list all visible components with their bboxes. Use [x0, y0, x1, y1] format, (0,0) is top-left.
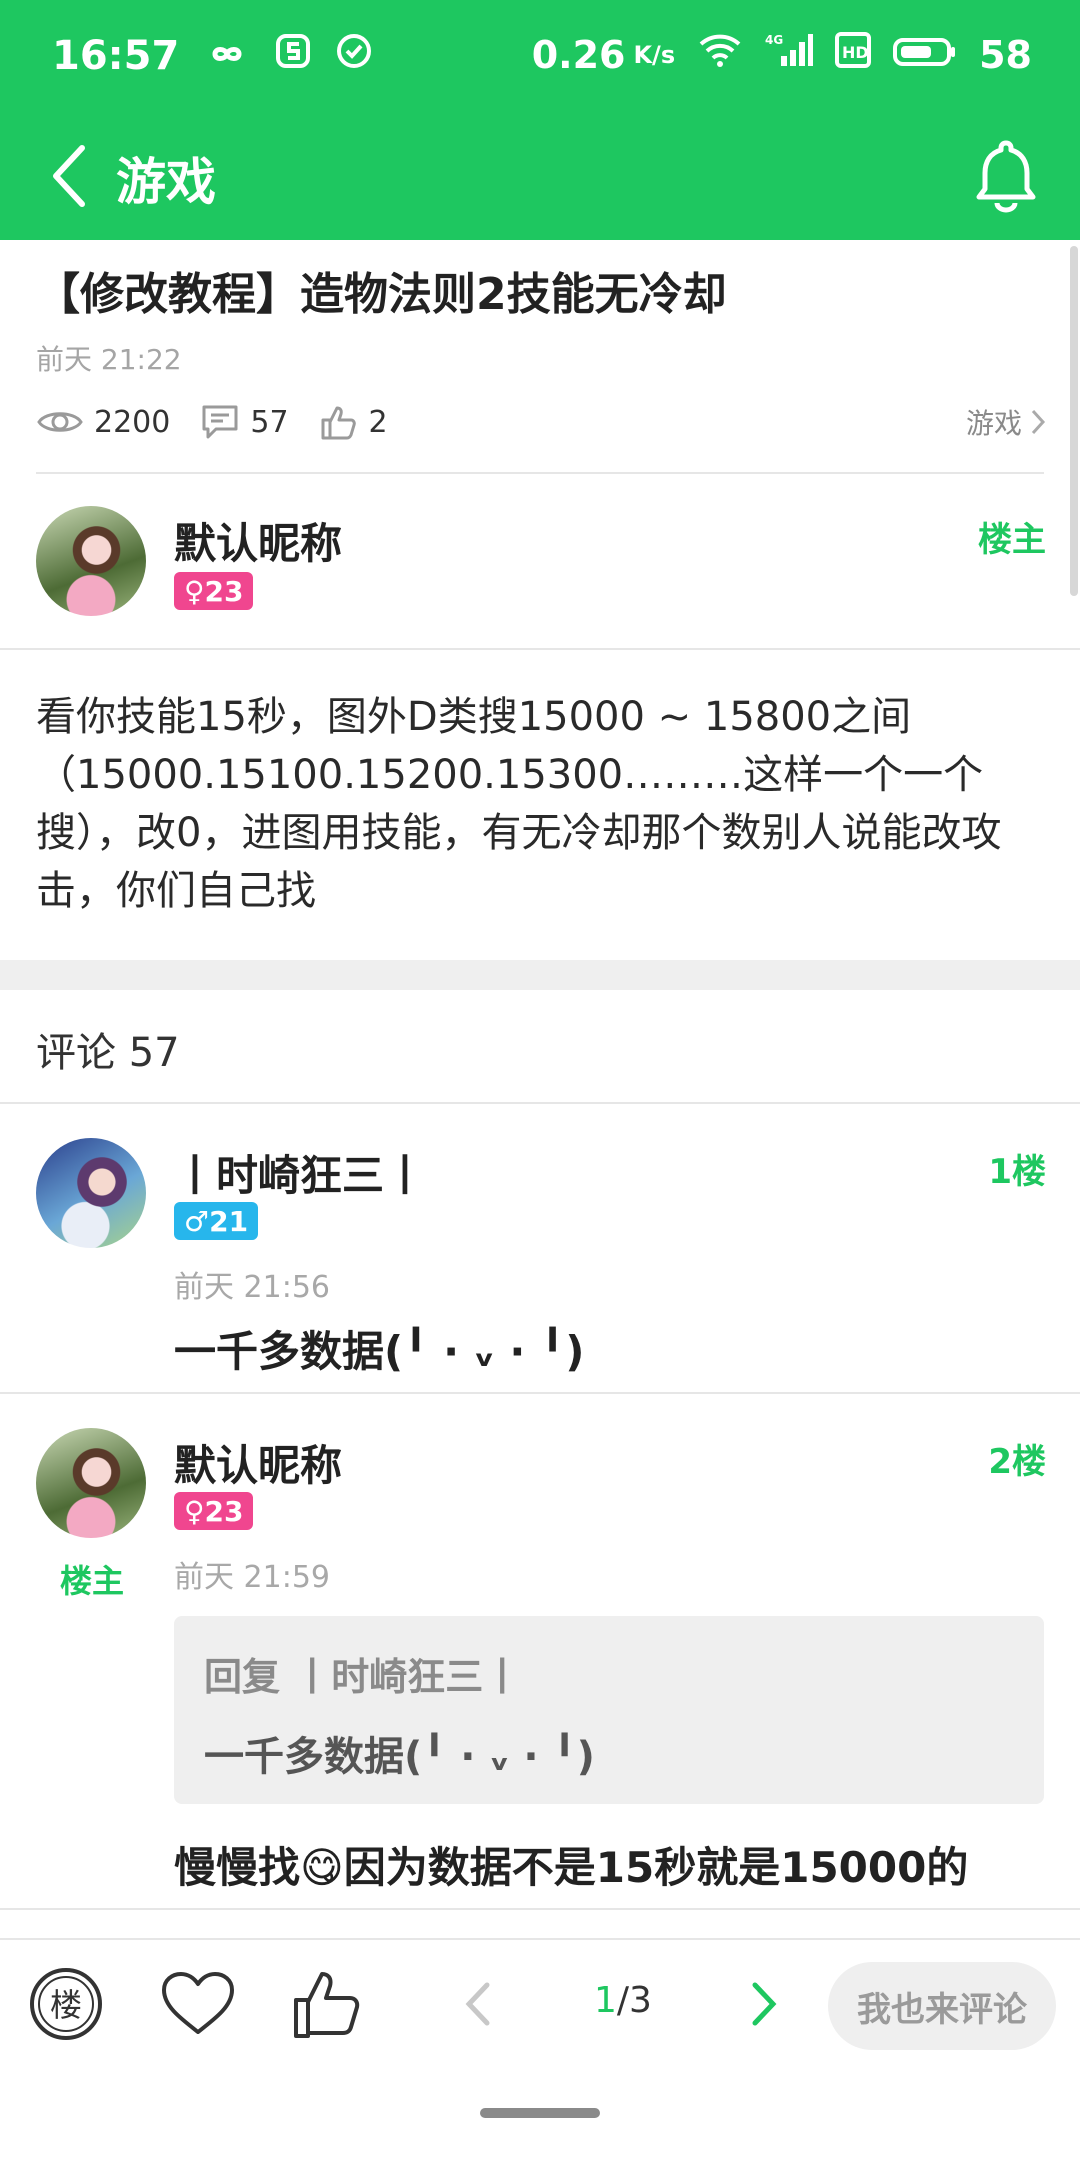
divider	[0, 1908, 1080, 1910]
op-label: 楼主	[60, 1562, 125, 1600]
comment-time: 前天 21:56	[174, 1270, 330, 1305]
bell-icon	[976, 140, 1036, 213]
write-comment-button[interactable]: 我也来评论	[828, 1962, 1056, 2050]
chevron-right-icon	[752, 1982, 777, 2026]
page-total: /3	[616, 1980, 652, 2021]
s-icon	[275, 33, 311, 79]
like-button[interactable]	[288, 1964, 368, 2044]
avatar[interactable]	[36, 1428, 146, 1538]
svg-text:楼: 楼	[50, 1986, 82, 2024]
chevron-left-icon	[53, 145, 85, 207]
divider	[0, 1102, 1080, 1104]
comment-author-name[interactable]: 丨时崎狂三丨	[174, 1142, 426, 1203]
wifi-icon	[697, 32, 743, 77]
gender-age-badge: ♀23	[174, 572, 254, 610]
gender-age-badge: ♀23	[174, 1492, 254, 1530]
likes-stat[interactable]: 2	[319, 402, 388, 442]
favorite-button[interactable]	[158, 1964, 238, 2044]
battery-icon	[893, 33, 957, 77]
likes-count: 2	[368, 404, 388, 440]
prev-page-button[interactable]	[438, 1964, 518, 2044]
page-indicator: 1/3	[594, 1980, 652, 2021]
status-right: 0.26 K/s 4G HD 58	[532, 32, 1032, 77]
infinity-icon	[203, 33, 251, 79]
signal-icon: 4G	[765, 32, 814, 77]
comments-count: 57	[250, 404, 289, 440]
bottom-action-bar: 楼 1/3 我也来评论	[0, 1938, 1080, 2064]
back-button[interactable]	[40, 140, 100, 212]
comment-icon	[202, 405, 238, 439]
views-count: 2200	[94, 404, 171, 440]
thumbs-up-icon	[294, 1972, 360, 2038]
post-time: 前天 21:22	[36, 343, 182, 376]
comment-author-name[interactable]: 默认昵称	[174, 1432, 342, 1493]
network-speed: 0.26	[531, 32, 626, 77]
floor-tag: 1楼	[988, 1152, 1046, 1192]
divider	[0, 1392, 1080, 1394]
comment-time: 前天 21:59	[174, 1560, 330, 1595]
views-stat: 2200	[36, 405, 170, 440]
check-circle-icon	[335, 32, 373, 80]
post-body: 看你技能15秒，图外D类搜15000 ~ 15800之间（15000.15100…	[36, 694, 1002, 914]
heart-icon	[162, 1972, 234, 2034]
status-left: 16:57	[52, 32, 373, 80]
eye-icon	[37, 412, 83, 432]
home-indicator[interactable]	[480, 2108, 600, 2118]
status-bar: 16:57 0.26 K/s 4G HD 58	[0, 0, 1080, 112]
quoted-reply[interactable]: 回复 丨时崎狂三丨 一千多数据(╹ · ᵥ · ╹)	[174, 1616, 1044, 1804]
hd-icon: HD	[835, 32, 872, 77]
thumbs-up-icon	[321, 406, 356, 440]
chevron-left-icon	[465, 1982, 490, 2026]
floor-tag: 楼主	[978, 520, 1046, 560]
author-name[interactable]: 默认昵称	[174, 510, 342, 571]
svg-text:4G: 4G	[765, 33, 783, 47]
app-header: 16:57 0.26 K/s 4G HD 58 游戏	[0, 0, 1080, 240]
gender-age-badge: ♂21	[174, 1202, 259, 1240]
comment-text: 一千多数据(╹ · ᵥ · ╹)	[174, 1327, 585, 1376]
floor-jump-button[interactable]: 楼	[26, 1964, 106, 2044]
avatar[interactable]	[36, 1138, 146, 1248]
comments-stat: 57	[200, 403, 289, 441]
comment-text: 慢慢找😋因为数据不是15秒就是15000的	[174, 1843, 969, 1892]
toolbar: 游戏	[0, 112, 1080, 240]
section-separator	[0, 960, 1080, 990]
scrollbar[interactable]	[1070, 246, 1078, 596]
chevron-right-icon	[1031, 409, 1046, 435]
comments-header: 评论 57	[36, 1030, 180, 1076]
avatar[interactable]	[36, 506, 146, 616]
notification-button[interactable]	[966, 132, 1046, 218]
next-page-button[interactable]	[724, 1964, 804, 2044]
divider	[0, 648, 1080, 650]
quote-text: 一千多数据(╹ · ᵥ · ╹)	[204, 1734, 595, 1780]
battery-level: 58	[979, 32, 1032, 77]
floor-tag: 2楼	[988, 1442, 1046, 1482]
page-title: 游戏	[116, 153, 216, 211]
page-current: 1	[594, 1980, 617, 2021]
post-stats: 2200 57 2	[36, 400, 418, 444]
divider	[36, 472, 1044, 474]
floor-icon: 楼	[30, 1968, 102, 2040]
quote-prefix: 回复 丨时崎狂三丨	[204, 1655, 522, 1699]
category-link[interactable]: 游戏	[966, 402, 1046, 442]
network-speed-unit: K/s	[633, 40, 676, 69]
post-title: 【修改教程】造物法则2技能无冷却	[36, 269, 727, 320]
category-label: 游戏	[965, 407, 1022, 440]
svg-text:HD: HD	[842, 43, 869, 62]
status-time: 16:57	[52, 33, 180, 79]
